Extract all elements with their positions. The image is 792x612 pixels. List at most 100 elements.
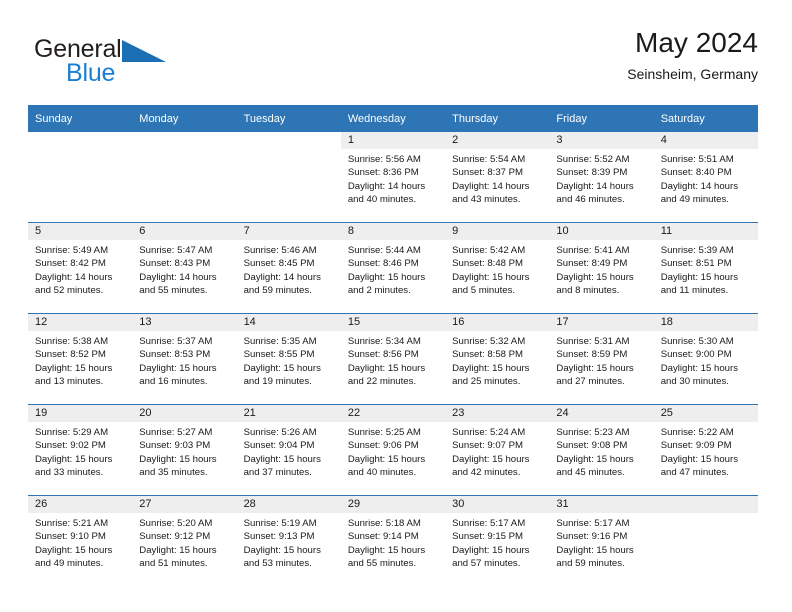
sunset-text: Sunset: 8:56 PM xyxy=(347,349,419,361)
sunset-text: Sunset: 8:46 PM xyxy=(347,258,419,270)
daylight-text-line2: and 43 minutes. xyxy=(452,194,521,206)
weekday-header-monday: Monday xyxy=(132,105,237,132)
daylight-text-line2: and 11 minutes. xyxy=(660,285,729,297)
calendar-day[interactable]: 26 Sunrise: 5:21 AM Sunset: 9:10 PM Dayligh… xyxy=(28,496,133,586)
calendar-day-cell: 30 Sunrise: 5:17 AM Sunset: 9:15 PM Dayligh… xyxy=(445,495,550,586)
sunrise-text: Sunrise: 5:32 AM xyxy=(452,336,526,347)
daylight-text-line1: Daylight: 14 hours xyxy=(347,180,426,192)
calendar-day[interactable]: 2 Sunrise: 5:54 AM Sunset: 8:37 PM Daylight… xyxy=(445,132,550,222)
calendar-day[interactable]: 21 Sunrise: 5:26 AM Sunset: 9:04 PM Dayligh… xyxy=(236,405,341,495)
calendar-week-row: 5 Sunrise: 5:49 AM Sunset: 8:42 PM Daylight… xyxy=(28,222,758,314)
sunrise-text: Sunrise: 5:44 AM xyxy=(347,245,421,256)
calendar-day-cell xyxy=(28,132,133,223)
calendar-day-cell: 8 Sunrise: 5:44 AM Sunset: 8:46 PM Daylight… xyxy=(340,222,446,314)
day-details: Sunrise: 5:42 AM Sunset: 8:48 PM Daylight:… xyxy=(445,240,549,298)
sunrise-text: Sunrise: 5:17 AM xyxy=(452,518,526,529)
day-number: 14 xyxy=(236,314,341,331)
calendar-day[interactable]: 6 Sunrise: 5:47 AM Sunset: 8:43 PM Daylight… xyxy=(132,223,237,313)
calendar-page: General Blue May 2024 Seinsheim, Germany… xyxy=(0,0,792,612)
day-number: 11 xyxy=(653,223,758,240)
calendar-day[interactable]: 25 Sunrise: 5:22 AM Sunset: 9:09 PM Dayligh… xyxy=(653,405,758,495)
sunrise-text: Sunrise: 5:30 AM xyxy=(660,336,734,347)
day-details: Sunrise: 5:52 AM Sunset: 8:39 PM Daylight:… xyxy=(549,149,653,207)
calendar-day[interactable]: 30 Sunrise: 5:17 AM Sunset: 9:15 PM Dayligh… xyxy=(445,496,550,586)
calendar-day[interactable]: 5 Sunrise: 5:49 AM Sunset: 8:42 PM Daylight… xyxy=(28,223,133,313)
day-details: Sunrise: 5:30 AM Sunset: 9:00 PM Daylight:… xyxy=(654,331,758,389)
day-number: 3 xyxy=(549,132,654,149)
calendar-day[interactable]: 23 Sunrise: 5:24 AM Sunset: 9:07 PM Dayligh… xyxy=(445,405,550,495)
sunset-text: Sunset: 8:49 PM xyxy=(556,258,628,270)
sunrise-text: Sunrise: 5:47 AM xyxy=(139,245,213,256)
daylight-text-line2: and 55 minutes. xyxy=(347,558,417,570)
weekday-header-thursday: Thursday xyxy=(445,105,550,132)
day-details: Sunrise: 5:56 AM Sunset: 8:36 PM Daylight:… xyxy=(341,149,445,207)
daylight-text-line1: Daylight: 15 hours xyxy=(452,544,530,556)
day-number xyxy=(653,496,758,513)
calendar-day[interactable]: 9 Sunrise: 5:42 AM Sunset: 8:48 PM Daylight… xyxy=(445,223,550,313)
sunset-text: Sunset: 8:55 PM xyxy=(243,349,315,361)
calendar-day[interactable]: 11 Sunrise: 5:39 AM Sunset: 8:51 PM Dayligh… xyxy=(653,223,758,313)
calendar-day[interactable]: 15 Sunrise: 5:34 AM Sunset: 8:56 PM Dayligh… xyxy=(340,314,446,404)
calendar-day[interactable]: 17 Sunrise: 5:31 AM Sunset: 8:59 PM Dayligh… xyxy=(549,314,654,404)
day-number: 28 xyxy=(236,496,341,513)
daylight-text-line1: Daylight: 15 hours xyxy=(139,544,217,556)
sunrise-text: Sunrise: 5:54 AM xyxy=(452,154,526,165)
daylight-text-line2: and 53 minutes. xyxy=(243,558,312,570)
calendar-day[interactable]: 31 Sunrise: 5:17 AM Sunset: 9:16 PM Dayligh… xyxy=(549,496,654,586)
calendar-day[interactable]: 7 Sunrise: 5:46 AM Sunset: 8:45 PM Daylight… xyxy=(236,223,341,313)
daylight-text-line2: and 40 minutes. xyxy=(347,194,417,206)
daylight-text-line2: and 59 minutes. xyxy=(556,558,625,570)
calendar-day-cell: 7 Sunrise: 5:46 AM Sunset: 8:45 PM Daylight… xyxy=(236,222,341,314)
calendar-day[interactable]: 14 Sunrise: 5:35 AM Sunset: 8:55 PM Dayligh… xyxy=(236,314,341,404)
calendar-day[interactable]: 8 Sunrise: 5:44 AM Sunset: 8:46 PM Daylight… xyxy=(340,223,446,313)
sunrise-text: Sunrise: 5:49 AM xyxy=(35,245,109,256)
daylight-text-line2: and 45 minutes. xyxy=(556,467,625,479)
sunrise-text: Sunrise: 5:23 AM xyxy=(556,427,630,438)
daylight-text-line1: Daylight: 14 hours xyxy=(556,180,634,192)
calendar-day[interactable]: 20 Sunrise: 5:27 AM Sunset: 9:03 PM Dayligh… xyxy=(132,405,237,495)
sunset-text: Sunset: 9:09 PM xyxy=(660,440,732,452)
calendar-day[interactable]: 12 Sunrise: 5:38 AM Sunset: 8:52 PM Dayligh… xyxy=(28,314,133,404)
day-details: Sunrise: 5:27 AM Sunset: 9:03 PM Daylight:… xyxy=(132,422,236,480)
weekday-header-sunday: Sunday xyxy=(28,105,133,132)
day-details: Sunrise: 5:44 AM Sunset: 8:46 PM Daylight:… xyxy=(341,240,445,298)
calendar-day[interactable]: 3 Sunrise: 5:52 AM Sunset: 8:39 PM Daylight… xyxy=(549,132,654,222)
calendar-day[interactable] xyxy=(653,496,758,586)
daylight-text-line1: Daylight: 15 hours xyxy=(452,362,530,374)
calendar-day[interactable]: 10 Sunrise: 5:41 AM Sunset: 8:49 PM Dayligh… xyxy=(549,223,654,313)
sunset-text: Sunset: 9:14 PM xyxy=(347,531,419,543)
calendar-day-cell: 15 Sunrise: 5:34 AM Sunset: 8:56 PM Dayligh… xyxy=(340,313,446,405)
calendar-day-cell xyxy=(236,132,341,223)
day-number: 24 xyxy=(549,405,654,422)
daylight-text-line2: and 35 minutes. xyxy=(139,467,208,479)
daylight-text-line1: Daylight: 15 hours xyxy=(556,271,634,283)
daylight-text-line1: Daylight: 15 hours xyxy=(243,544,321,556)
calendar-day[interactable]: 24 Sunrise: 5:23 AM Sunset: 9:08 PM Dayligh… xyxy=(549,405,654,495)
sunrise-text: Sunrise: 5:52 AM xyxy=(556,154,630,165)
calendar-day[interactable]: 29 Sunrise: 5:18 AM Sunset: 9:14 PM Dayligh… xyxy=(340,496,446,586)
daylight-text-line1: Daylight: 15 hours xyxy=(556,362,634,374)
day-number: 30 xyxy=(445,496,550,513)
calendar-day[interactable]: 13 Sunrise: 5:37 AM Sunset: 8:53 PM Dayligh… xyxy=(132,314,237,404)
daylight-text-line1: Daylight: 15 hours xyxy=(35,362,113,374)
day-number: 31 xyxy=(549,496,654,513)
calendar-day[interactable]: 16 Sunrise: 5:32 AM Sunset: 8:58 PM Dayligh… xyxy=(445,314,550,404)
calendar-day[interactable]: 1 Sunrise: 5:56 AM Sunset: 8:36 PM Daylight… xyxy=(340,132,446,222)
daylight-text-line1: Daylight: 15 hours xyxy=(35,453,113,465)
brand-logo[interactable]: General Blue xyxy=(34,34,264,94)
day-details: Sunrise: 5:47 AM Sunset: 8:43 PM Daylight:… xyxy=(132,240,236,298)
calendar-day[interactable]: 28 Sunrise: 5:19 AM Sunset: 9:13 PM Dayligh… xyxy=(236,496,341,586)
sunrise-text: Sunrise: 5:19 AM xyxy=(243,518,317,529)
day-details: Sunrise: 5:54 AM Sunset: 8:37 PM Daylight:… xyxy=(445,149,549,207)
daylight-text-line1: Daylight: 14 hours xyxy=(139,271,217,283)
calendar-day[interactable]: 19 Sunrise: 5:29 AM Sunset: 9:02 PM Dayligh… xyxy=(28,405,133,495)
calendar-day[interactable]: 27 Sunrise: 5:20 AM Sunset: 9:12 PM Dayligh… xyxy=(132,496,237,586)
sunrise-text: Sunrise: 5:24 AM xyxy=(452,427,526,438)
day-number: 16 xyxy=(445,314,550,331)
calendar-day[interactable]: 22 Sunrise: 5:25 AM Sunset: 9:06 PM Dayligh… xyxy=(340,405,446,495)
calendar-day[interactable]: 18 Sunrise: 5:30 AM Sunset: 9:00 PM Dayligh… xyxy=(653,314,758,404)
calendar-day-cell: 24 Sunrise: 5:23 AM Sunset: 9:08 PM Dayligh… xyxy=(549,404,654,496)
calendar-day[interactable]: 4 Sunrise: 5:51 AM Sunset: 8:40 PM Daylight… xyxy=(653,132,758,222)
sunrise-text: Sunrise: 5:56 AM xyxy=(347,154,421,165)
calendar-day-cell: 18 Sunrise: 5:30 AM Sunset: 9:00 PM Dayligh… xyxy=(653,313,758,405)
